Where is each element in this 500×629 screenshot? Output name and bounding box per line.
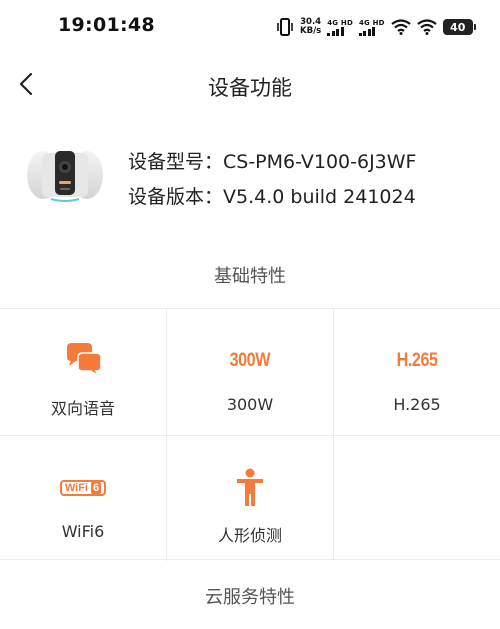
feature-h265[interactable]: H.265 H.265 — [334, 309, 500, 435]
status-time: 19:01:48 — [58, 14, 155, 36]
device-info: 设备型号：CS-PM6-V100-6J3WF 设备版本：V5.4.0 build… — [0, 130, 500, 220]
header: 设备功能 — [0, 60, 500, 110]
signal-bars-icon — [327, 26, 344, 36]
device-model: 设备型号：CS-PM6-V100-6J3WF — [128, 151, 417, 173]
sim1-signal: 4G HD — [327, 19, 353, 36]
h265-icon: H.265 — [396, 350, 438, 371]
feature-two-way-audio[interactable]: 双向语音 — [0, 309, 166, 435]
feature-grid: 双向语音 300W 300W H.265 H.265 WiFi 6 WiFi6 — [0, 308, 500, 562]
wifi6-icon-number: 6 — [91, 482, 102, 494]
feature-label: WiFi6 — [61, 522, 105, 541]
sim2-signal: 4G HD — [358, 18, 385, 36]
feature-label: 双向语音 — [50, 399, 115, 418]
feature-label: 人形侦测 — [217, 526, 282, 545]
section-title-basic: 基础特性 — [214, 266, 286, 287]
section-title-cloud: 云服务特性 — [205, 587, 295, 608]
feature-label: 300W — [226, 395, 274, 414]
feature-human-detection[interactable]: 人形侦测 — [167, 436, 333, 562]
signal-bars-icon — [358, 26, 376, 36]
page-title: 设备功能 — [208, 76, 292, 100]
net-speed: 30.4 KB/s — [300, 18, 321, 36]
battery-icon: 40 — [442, 19, 476, 35]
net-speed-unit: KB/s — [300, 26, 322, 36]
status-icons: 30.4 KB/s 4G HD 4G HD 40 — [276, 12, 476, 42]
wifi-icon — [417, 19, 437, 35]
status-bar: 19:01:48 30.4 KB/s 4G HD 4G HD 40 — [0, 0, 500, 52]
chat-bubbles-icon — [67, 343, 102, 379]
wifi6-icon-text: WiFi — [64, 482, 88, 494]
wifi6-icon: WiFi 6 — [59, 480, 107, 496]
feature-wifi6[interactable]: WiFi 6 WiFi6 — [0, 436, 166, 562]
vibrate-icon — [277, 18, 293, 36]
feature-label: H.265 — [393, 395, 441, 414]
300w-icon: 300W — [229, 350, 271, 371]
feature-300w[interactable]: 300W 300W — [167, 309, 333, 435]
human-figure-icon — [237, 468, 263, 506]
wifi-icon — [391, 19, 411, 35]
sim1-label: 4G HD — [327, 18, 353, 27]
camera-device-image — [27, 151, 103, 202]
sim2-label: 4G HD — [358, 18, 385, 27]
device-version: 设备版本：V5.4.0 build 241024 — [128, 186, 416, 208]
